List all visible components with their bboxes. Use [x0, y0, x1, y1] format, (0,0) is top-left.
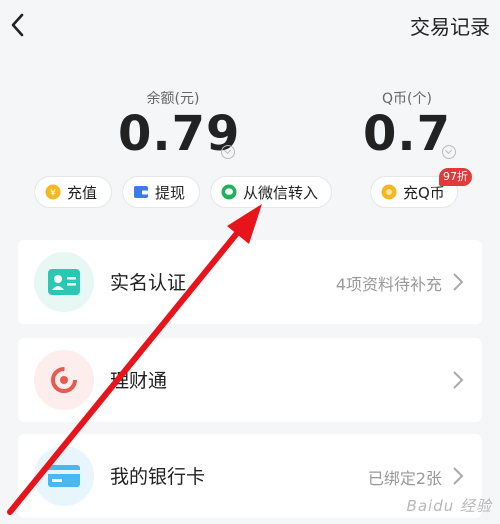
bank-card-icon: [34, 446, 94, 506]
menu-item-label: 实名认证: [110, 272, 187, 294]
wechat-transfer-label: 从微信转入: [243, 183, 319, 202]
watermark-logo: Baidu 经验: [406, 497, 492, 515]
licaitong-icon: [34, 350, 94, 410]
qcoin-block[interactable]: Q币(个) 0.7: [362, 88, 452, 160]
withdraw-label: 提现: [155, 183, 186, 202]
coin-icon: [381, 184, 397, 200]
wechat-icon: [221, 184, 237, 200]
wallet-icon: [133, 184, 149, 200]
chevron-right-icon: [453, 467, 464, 485]
balance-label: 余额(元): [146, 91, 200, 107]
balance-expand-icon[interactable]: [221, 145, 235, 159]
qcoin-label: Q币(个): [382, 91, 432, 107]
chevron-right-icon: [453, 273, 464, 291]
menu-item-real-name[interactable]: 实名认证 4项资料待补充: [18, 240, 482, 324]
menu-item-licaitong[interactable]: 理财通: [18, 338, 482, 422]
back-button[interactable]: [6, 10, 30, 40]
menu-item-status: 4项资料待补充: [335, 275, 442, 294]
svg-text:¥: ¥: [50, 189, 56, 199]
balance-value: 0.79: [118, 106, 241, 162]
chevron-left-icon: [11, 13, 24, 37]
id-card-icon: [34, 252, 94, 312]
menu-item-status: 已绑定2张: [367, 469, 442, 488]
menu-item-label: 我的银行卡: [110, 466, 206, 488]
menu-item-label: 理财通: [110, 370, 168, 392]
chevron-right-icon: [453, 371, 464, 389]
discount-badge: 97折: [439, 168, 472, 186]
recharge-button[interactable]: ¥ 充值: [34, 176, 112, 208]
transaction-records-link[interactable]: 交易记录: [410, 11, 490, 40]
coin-icon: ¥: [45, 184, 61, 200]
top-bar: 交易记录: [0, 0, 500, 50]
withdraw-button[interactable]: 提现: [122, 176, 200, 208]
balance-block[interactable]: 余额(元) 0.79: [118, 88, 241, 162]
qcoin-expand-icon[interactable]: [442, 145, 456, 159]
recharge-label: 充值: [67, 183, 98, 202]
qcoin-value: 0.7: [362, 106, 452, 162]
wechat-transfer-button[interactable]: 从微信转入: [210, 176, 332, 208]
